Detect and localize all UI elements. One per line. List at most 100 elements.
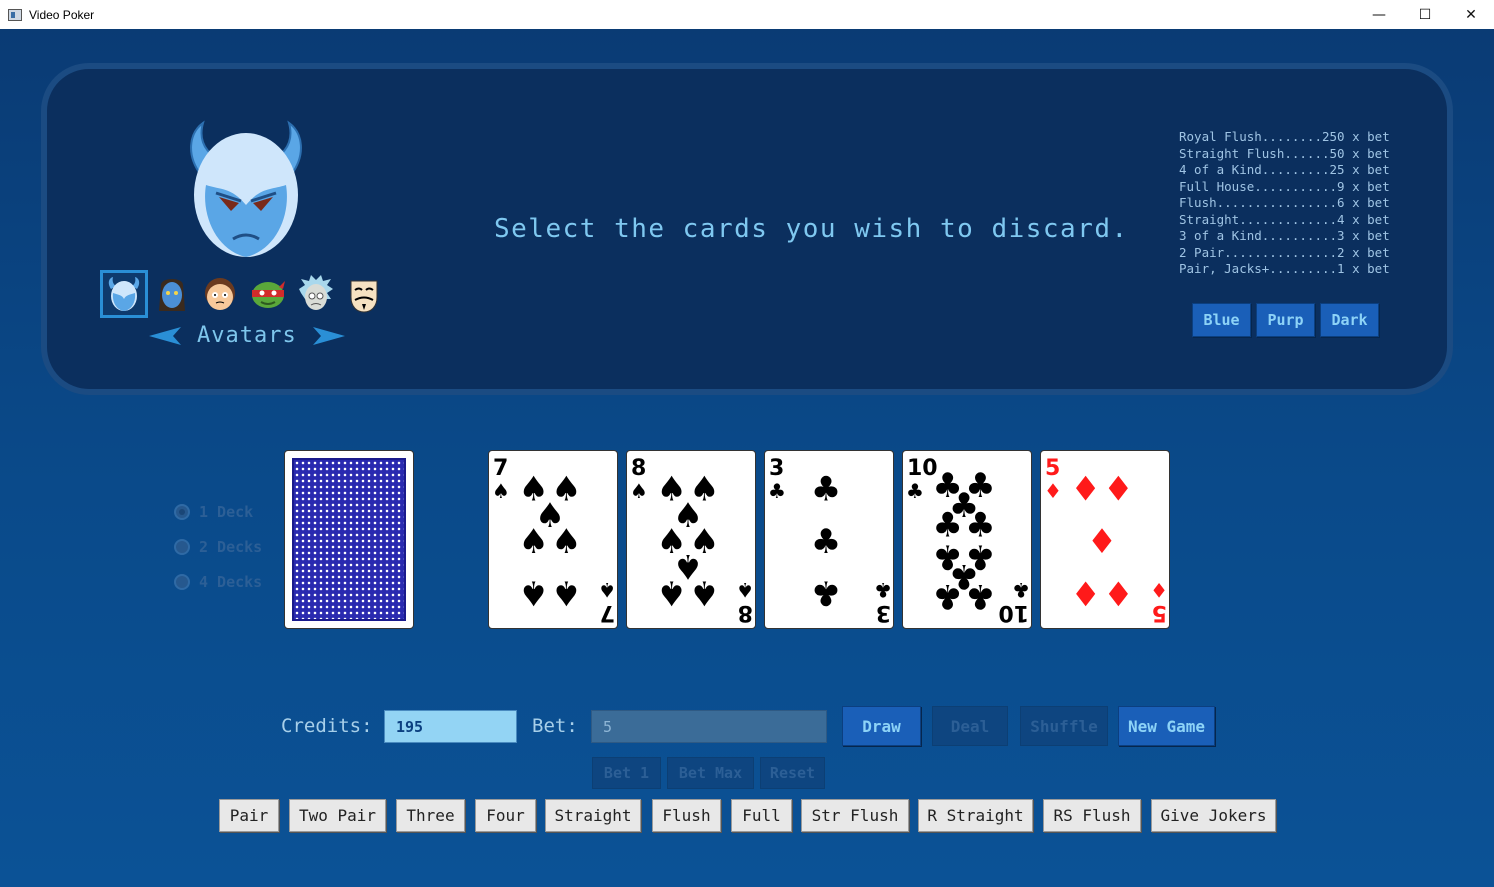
paytable-row: 2 Pair...............2 x bet <box>1179 244 1390 260</box>
bet-1-button[interactable]: Bet 1 <box>592 757 661 789</box>
avatar-guy-fawkes[interactable] <box>340 270 388 318</box>
deal-button[interactable]: Deal <box>932 706 1008 746</box>
maximize-button[interactable]: ☐ <box>1402 0 1448 29</box>
reset-button[interactable]: Reset <box>760 757 825 789</box>
minimize-button[interactable]: — <box>1356 0 1402 29</box>
deck-option-label: 2 Decks <box>199 537 263 556</box>
deck-option-4[interactable]: 4 Decks <box>174 564 262 599</box>
card-pip-icon: ♠ <box>551 572 581 612</box>
radio-button[interactable] <box>174 503 190 520</box>
deal-two-pair-button[interactable]: Two Pair <box>289 799 386 832</box>
card-pip-icon: ♠ <box>518 522 548 562</box>
card-pip-icon: ♣ <box>811 470 841 510</box>
credits-field: 195 <box>384 710 517 743</box>
bet-label: Bet: <box>532 715 578 737</box>
radio-button[interactable] <box>174 573 190 590</box>
card-corner-bottom: 8♠ <box>736 578 754 625</box>
deal-four-button[interactable]: Four <box>475 799 536 832</box>
deal-pair-button[interactable]: Pair <box>219 799 279 832</box>
hand-card-1[interactable]: 7 ♠ 7 ♠ ♠ ♠ ♠ ♠ ♠ ♠ ♠ <box>488 450 618 629</box>
deal-r-straight-button[interactable]: R Straight <box>918 799 1033 832</box>
avatar-navi[interactable] <box>148 270 196 318</box>
avatar-blue-demon[interactable] <box>100 270 148 318</box>
card-pip-icon: ♠ <box>518 572 548 612</box>
card-suit-icon: ♠ <box>630 479 648 503</box>
card-rank: 10 <box>998 600 1029 625</box>
card-pip-icon: ♦ <box>1070 470 1100 510</box>
hand-card-4[interactable]: 10 ♣ 10 ♣ ♣ ♣ ♣ ♣ ♣ ♣ ♣ ♣ ♣ ♣ <box>902 450 1032 629</box>
card-suit-icon: ♣ <box>874 578 892 602</box>
bet-field[interactable]: 5 <box>591 710 827 743</box>
card-face: 10♣10♣♣ ♣♣♣ ♣♣ ♣♣♣ ♣ <box>906 456 1030 625</box>
window-title: Video Poker <box>29 7 95 22</box>
arrow-left-icon[interactable] <box>147 325 183 347</box>
close-button[interactable]: ✕ <box>1448 0 1494 29</box>
card-rank: 3 <box>769 456 784 481</box>
card-pip-icon: ♦ <box>1103 572 1133 612</box>
theme-purple-button[interactable]: Purp <box>1256 303 1315 337</box>
card-suit-icon: ♦ <box>1044 479 1062 503</box>
card-pip-icon: ♠ <box>656 572 686 612</box>
card-pip-icon: ♦ <box>1103 470 1133 510</box>
avatar-ninja-turtle[interactable] <box>244 270 292 318</box>
rick-icon <box>299 275 333 310</box>
radio-button[interactable] <box>174 538 190 555</box>
deck-option-1[interactable]: 1 Deck <box>174 494 262 529</box>
deal-three-button[interactable]: Three <box>396 799 465 832</box>
paytable-row: Straight Flush......50 x bet <box>1179 145 1390 161</box>
theme-blue-button[interactable]: Blue <box>1192 303 1251 337</box>
status-message: Select the cards you wish to discard. <box>494 214 1129 244</box>
bet-max-button[interactable]: Bet Max <box>667 757 754 789</box>
give-jokers-button[interactable]: Give Jokers <box>1151 799 1276 832</box>
avatar-morty[interactable] <box>196 270 244 318</box>
card-suit-icon: ♠ <box>736 578 754 602</box>
hand-card-2[interactable]: 8 ♠ 8 ♠ ♠ ♠ ♠ ♠ ♠ ♠ ♠ ♠ <box>626 450 756 629</box>
shuffle-button[interactable]: Shuffle <box>1020 706 1108 746</box>
morty-icon <box>205 278 235 310</box>
card-suit-icon: ♦ <box>1150 578 1168 602</box>
card-corner-bottom: 5♦ <box>1150 578 1168 625</box>
deck-option-2[interactable]: 2 Decks <box>174 529 262 564</box>
deck-option-label: 4 Decks <box>199 572 263 591</box>
hand-card-3[interactable]: 3 ♣ 3 ♣ ♣ ♣ ♣ <box>764 450 894 629</box>
theme-dark-button[interactable]: Dark <box>1320 303 1379 337</box>
card-pip-icon: ♦ <box>1070 572 1100 612</box>
card-pip-icon: ♣ <box>811 572 841 612</box>
card-rank: 5 <box>1152 600 1167 625</box>
card-pip-icon: ♣ <box>932 576 962 616</box>
avatar-list <box>100 270 388 318</box>
paytable-row: Pair, Jacks+.........1 x bet <box>1179 261 1390 276</box>
avatar-rick[interactable] <box>292 270 340 318</box>
card-suit-icon: ♣ <box>768 479 786 503</box>
deal-straight-button[interactable]: Straight <box>545 799 641 832</box>
card-back-pattern <box>292 458 406 621</box>
card-corner-bottom: 7♠ <box>598 578 616 625</box>
card-rank: 7 <box>493 456 508 481</box>
new-game-button[interactable]: New Game <box>1118 706 1215 746</box>
card-corner-bottom: 3♣ <box>874 578 892 625</box>
card-rank: 8 <box>631 456 646 481</box>
deal-rs-flush-button[interactable]: RS Flush <box>1043 799 1141 832</box>
arrow-right-icon[interactable] <box>311 325 347 347</box>
window-controls: — ☐ ✕ <box>1356 0 1494 29</box>
card-rank: 5 <box>1045 456 1060 481</box>
card-pip-icon: ♦ <box>1087 522 1117 562</box>
deck-options: 1 Deck 2 Decks 4 Decks <box>174 494 262 599</box>
deal-full-button[interactable]: Full <box>731 799 792 832</box>
paytable-row: Straight.............4 x bet <box>1179 211 1390 227</box>
card-face: 8♠8♠♠ ♠♠♠ ♠♠♠ ♠ <box>630 456 754 625</box>
draw-button[interactable]: Draw <box>842 706 921 746</box>
paytable: Royal Flush........250 x bet Straight Fl… <box>1179 129 1390 278</box>
card-pip-icon: ♣ <box>965 576 995 616</box>
card-face: 3♣3♣♣♣♣ <box>768 456 892 625</box>
hand-card-5[interactable]: 5 ♦ 5 ♦ ♦ ♦ ♦ ♦ ♦ <box>1040 450 1170 629</box>
card-rank: 3 <box>876 600 891 625</box>
credits-label: Credits: <box>281 715 373 737</box>
card-face: 5♦5♦♦ ♦♦♦ ♦ <box>1044 456 1168 625</box>
deal-str-flush-button[interactable]: Str Flush <box>801 799 909 832</box>
deal-flush-button[interactable]: Flush <box>652 799 721 832</box>
deck-option-label: 1 Deck <box>199 502 254 521</box>
card-suit-icon: ♣ <box>906 479 924 503</box>
card-pip-icon: ♣ <box>811 522 841 562</box>
card-corner-bottom: 10♣ <box>998 578 1030 625</box>
